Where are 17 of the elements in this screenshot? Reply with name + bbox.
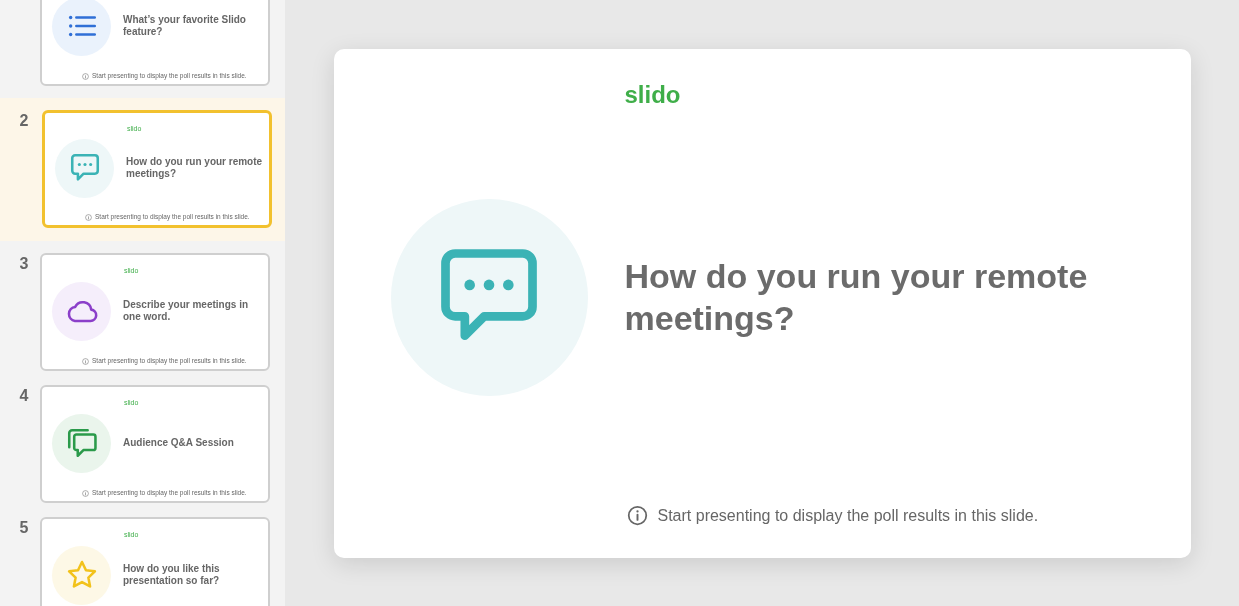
info-icon <box>626 505 648 526</box>
info-icon <box>85 213 92 221</box>
slide-title: How do you run your remote meetings? <box>624 256 1089 339</box>
slide-number: 3 <box>18 254 30 273</box>
slide-number: 2 <box>18 111 30 130</box>
slide-title: Audience Q&A Session <box>123 437 235 449</box>
slide-number: 5 <box>18 518 30 537</box>
info-icon <box>82 489 89 497</box>
info-icon <box>82 72 89 80</box>
slide-title: How do you like this presentation so far? <box>123 563 221 587</box>
poll-note: Start presenting to display the poll results in this slide. <box>657 506 1039 525</box>
slide-title: What’s your favorite Slido feature? <box>123 14 247 38</box>
info-icon <box>82 357 89 365</box>
slide-title: Describe your meetings in one word. <box>123 299 250 323</box>
slide-title: How do you run your remote meetings? <box>126 156 264 180</box>
slido-logo: slido <box>624 80 681 108</box>
slide-number: 4 <box>18 386 30 405</box>
